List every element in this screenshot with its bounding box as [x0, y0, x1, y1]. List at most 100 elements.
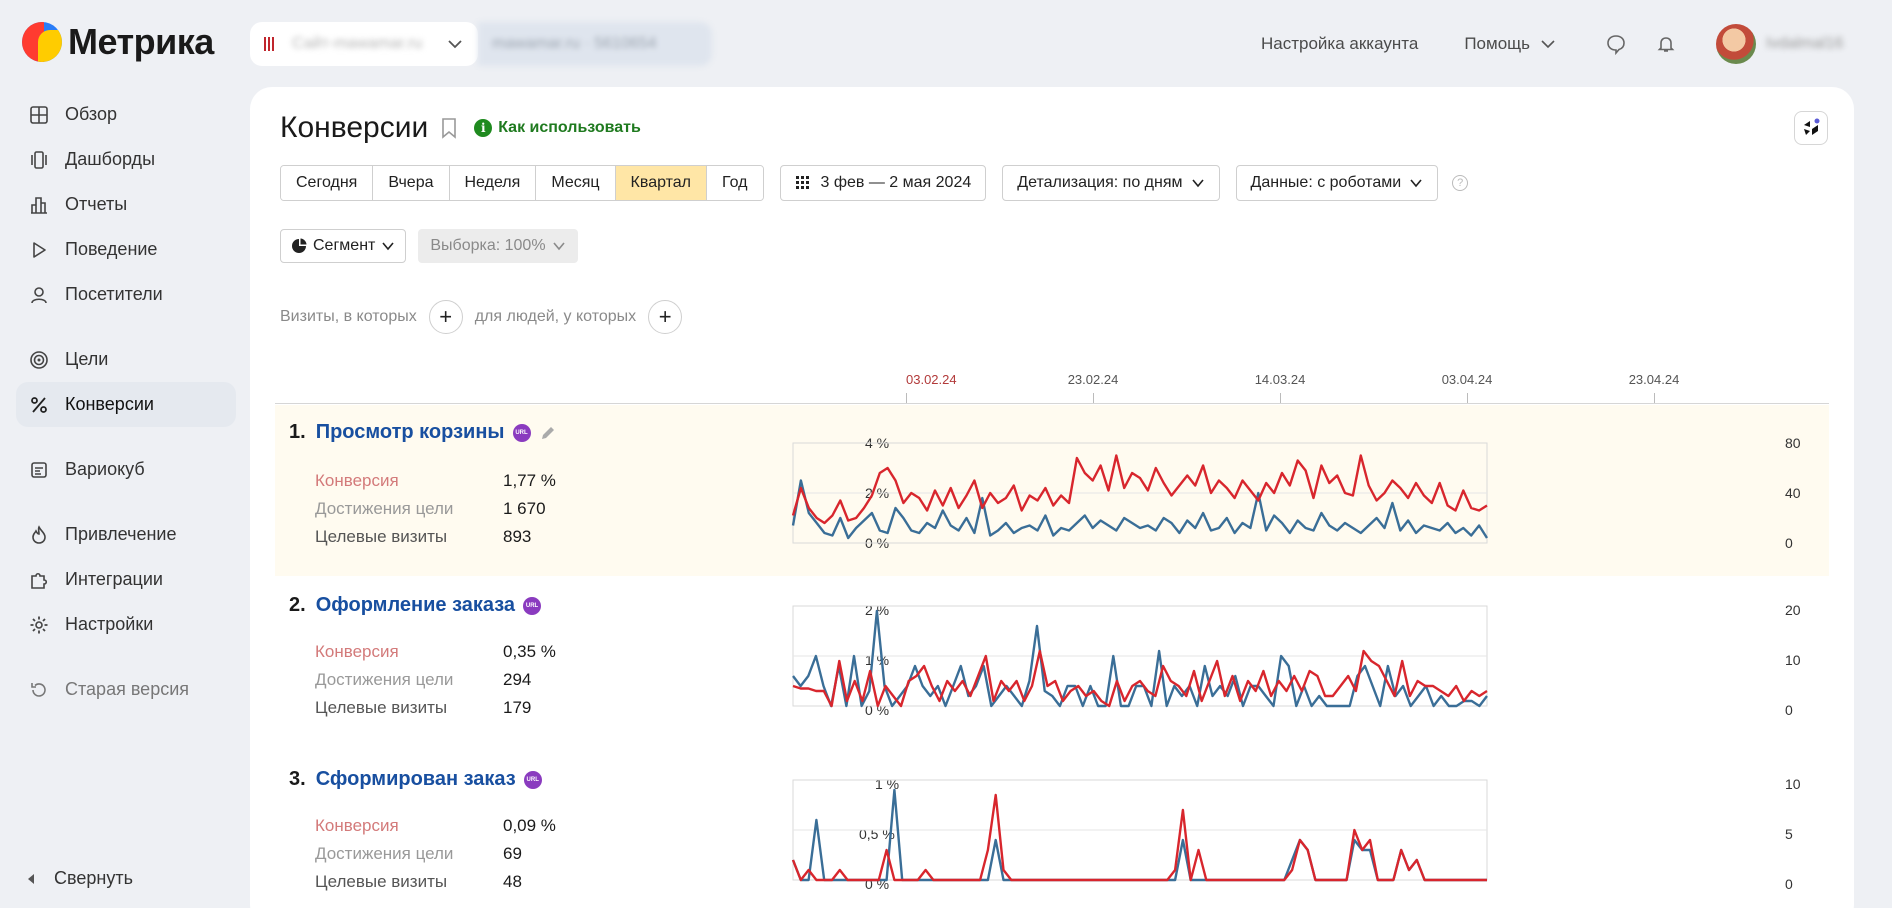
- info-icon: i: [474, 119, 493, 137]
- date-range-label: 3 фев — 2 мая 2024: [820, 174, 972, 191]
- period-yesterday-button[interactable]: Вчера: [373, 166, 450, 200]
- target-icon: [28, 349, 50, 371]
- timeline-tick: [1093, 393, 1094, 403]
- help-label: Помощь: [1464, 34, 1530, 53]
- data-mode-dropdown[interactable]: Данные: с роботами: [1235, 165, 1439, 201]
- sidebar-item-goals[interactable]: Цели: [16, 337, 236, 382]
- segment-dropdown[interactable]: Сегмент: [280, 229, 407, 263]
- goal-chart[interactable]: [275, 750, 1829, 908]
- sidebar-item-label: Дашборды: [65, 149, 155, 169]
- calendar-icon: [795, 176, 809, 189]
- avatar[interactable]: [1716, 24, 1756, 64]
- timeline-tick: [1467, 393, 1468, 403]
- bar-chart-icon: [28, 194, 50, 216]
- sidebar-item-settings[interactable]: Настройки: [16, 602, 236, 647]
- sidebar: Обзор Дашборды Отчеты Поведение Посетите…: [16, 92, 236, 712]
- sidebar-item-integrations[interactable]: Интеграции: [16, 557, 236, 602]
- sidebar-item-dashboards[interactable]: Дашборды: [16, 137, 236, 182]
- conversion-series-line: [791, 454, 1488, 525]
- timeline-date: 23.04.24: [1628, 372, 1680, 387]
- sidebar-item-visitors[interactable]: Посетители: [16, 272, 236, 317]
- goal-row: 2. Оформление заказа URL Конверсия 0,35 %…: [275, 576, 1829, 750]
- sidebar-item-label: Поведение: [65, 239, 158, 259]
- bookmark-icon[interactable]: [440, 117, 458, 139]
- assistant-button[interactable]: [1794, 111, 1828, 145]
- metrika-logo-icon: [22, 22, 62, 62]
- visits-filter-label: Визиты, в которых: [280, 308, 417, 325]
- detail-label: Детализация: по дням: [1017, 174, 1183, 191]
- account-settings-link[interactable]: Настройка аккаунта: [1261, 34, 1418, 54]
- segment-label: Сегмент: [313, 237, 376, 254]
- sidebar-item-label: Посетители: [65, 284, 163, 304]
- sidebar-item-label: Привлечение: [65, 524, 177, 544]
- timeline-tick: [906, 393, 907, 403]
- date-range-picker[interactable]: 3 фев — 2 мая 2024: [779, 165, 987, 201]
- chevron-down-icon: [448, 40, 462, 49]
- timeline-date: 14.03.24: [1254, 372, 1306, 387]
- timeline-date: 03.02.24: [906, 372, 957, 387]
- chevron-down-icon: [552, 242, 565, 251]
- sidebar-item-conversions[interactable]: Конверсии: [16, 382, 236, 427]
- cube-icon: [28, 459, 50, 481]
- logo-text: Метрика: [68, 21, 214, 62]
- user-icon: [28, 284, 50, 306]
- chevron-down-icon: [1191, 179, 1204, 188]
- period-week-button[interactable]: Неделя: [449, 166, 537, 200]
- chevron-down-icon: [1541, 40, 1555, 49]
- percent-icon: [28, 394, 50, 416]
- add-people-condition-button[interactable]: +: [648, 300, 683, 334]
- counter-bars-icon: [264, 37, 276, 51]
- chat-icon[interactable]: [1602, 30, 1630, 58]
- play-icon: [28, 239, 50, 261]
- sidebar-item-old-version[interactable]: Старая версия: [16, 667, 236, 712]
- counter-selector[interactable]: Сайт-mawamar.ru: [250, 22, 478, 66]
- collapse-sidebar-button[interactable]: Свернуть: [28, 868, 133, 889]
- sample-dropdown[interactable]: Выборка: 100%: [418, 229, 578, 263]
- metrika-logo[interactable]: Метрика: [22, 21, 214, 62]
- sidebar-item-acquisition[interactable]: Привлечение: [16, 512, 236, 557]
- sidebar-item-label: Старая версия: [65, 679, 190, 699]
- sidebar-item-variocube[interactable]: Вариокуб: [16, 447, 236, 492]
- sidebar-item-reports[interactable]: Отчеты: [16, 182, 236, 227]
- counter-meta-text: mawamar.ru · 5610654: [492, 35, 657, 52]
- period-year-button[interactable]: Год: [707, 166, 763, 200]
- period-quarter-button[interactable]: Квартал: [615, 166, 708, 200]
- data-mode-label: Данные: с роботами: [1250, 174, 1402, 191]
- goal-chart[interactable]: [275, 576, 1829, 750]
- sidebar-item-label: Интеграции: [65, 569, 163, 589]
- visits-series-line: [791, 479, 1489, 540]
- timeline-tick: [1280, 393, 1281, 403]
- sidebar-item-label: Отчеты: [65, 194, 128, 214]
- sidebar-item-label: Вариокуб: [65, 459, 145, 479]
- period-selector: Сегодня Вчера Неделя Месяц Квартал Год: [280, 165, 764, 201]
- how-to-use-link[interactable]: i Как использовать: [474, 119, 641, 137]
- how-to-use-label: Как использовать: [498, 119, 641, 136]
- sidebar-item-behavior[interactable]: Поведение: [16, 227, 236, 272]
- add-visit-condition-button[interactable]: +: [428, 300, 463, 334]
- timeline-date: 03.04.24: [1441, 372, 1493, 387]
- bell-icon[interactable]: [1652, 30, 1680, 58]
- visits-series-line: [792, 609, 1488, 708]
- help-menu[interactable]: Помощь: [1464, 34, 1556, 54]
- period-today-button[interactable]: Сегодня: [281, 166, 374, 200]
- goal-chart[interactable]: [275, 405, 1829, 576]
- detail-dropdown[interactable]: Детализация: по дням: [1002, 165, 1220, 201]
- chevron-down-icon: [1410, 179, 1422, 188]
- username[interactable]: Ivdalmal16: [1766, 35, 1856, 53]
- counter-meta: mawamar.ru · 5610654: [478, 22, 712, 66]
- puzzle-icon: [28, 569, 50, 591]
- history-icon: [28, 679, 50, 701]
- assistant-icon: [1804, 118, 1820, 135]
- sidebar-item-label: Обзор: [65, 104, 117, 124]
- visits-series-line: [791, 788, 1487, 882]
- flame-icon: [28, 524, 50, 546]
- period-month-button[interactable]: Месяц: [536, 166, 616, 200]
- collapse-label: Свернуть: [54, 868, 133, 888]
- sidebar-item-overview[interactable]: Обзор: [16, 92, 236, 137]
- goal-row: 1. Просмотр корзины URL Конверсия 1,77 % …: [275, 405, 1829, 576]
- timeline-date: 23.02.24: [1067, 372, 1119, 387]
- people-filter-label: для людей, у которых: [474, 308, 637, 325]
- help-question-icon[interactable]: ?: [1452, 175, 1469, 191]
- sidebar-item-label: Конверсии: [65, 394, 154, 414]
- gear-icon: [28, 614, 50, 636]
